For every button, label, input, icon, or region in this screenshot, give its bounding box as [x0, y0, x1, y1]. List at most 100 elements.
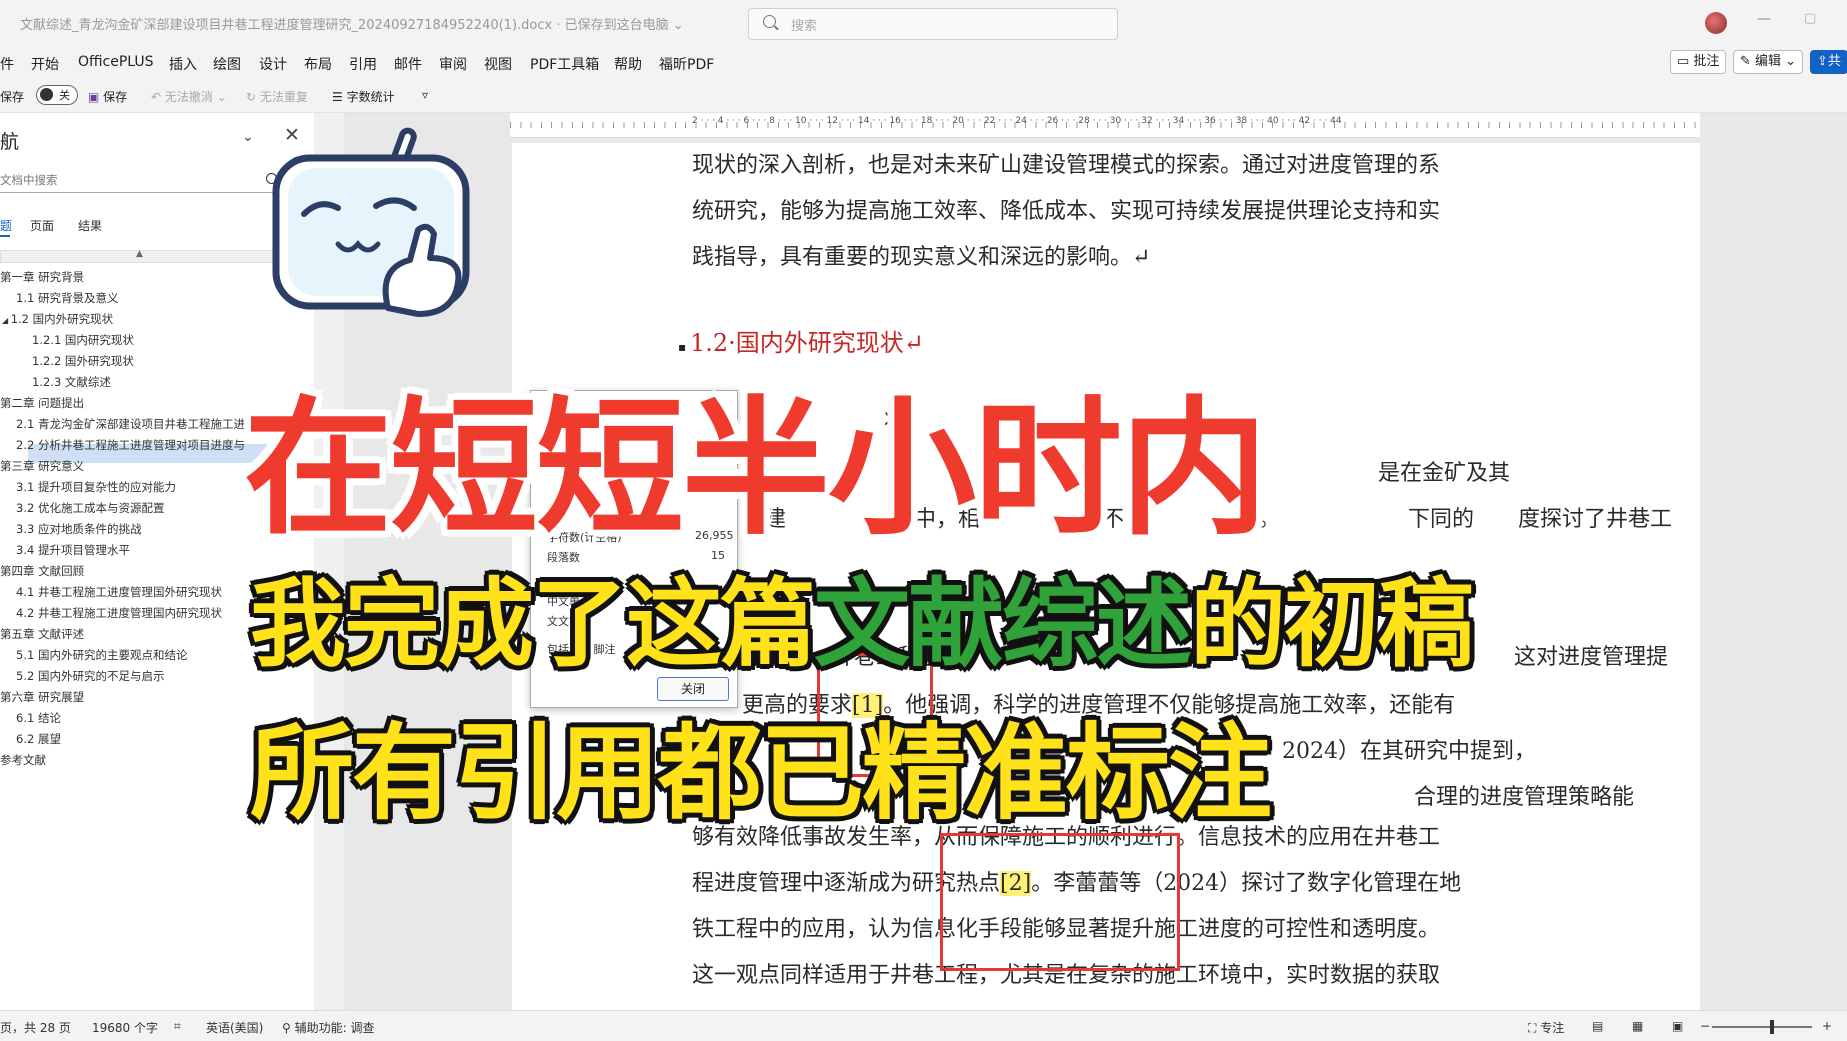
nav-item-3-3[interactable]: 3.3 应对地质条件的挑战 — [16, 519, 141, 539]
tab-officeplus[interactable]: OfficePLUS — [78, 54, 154, 70]
para-line: 现状的深入剖析，也是对未来矿山建设管理模式的探索。通过对进度管理的系 — [692, 153, 1441, 178]
nav-item-ch4[interactable]: 第四章 文献回顾 — [0, 561, 84, 581]
para-fragment: 下同的 — [1408, 507, 1475, 532]
nav-scroll-up[interactable]: ▲ — [0, 249, 284, 263]
collapse-icon[interactable]: ◢ — [2, 316, 11, 325]
status-bar: 页，共 28 页 19680 个字 ⌗ 英语(美国) ⚲ 辅助功能: 调查 ⛶ … — [0, 1010, 1847, 1041]
tab-foxit-pdf[interactable]: 福昕PDF — [659, 54, 714, 74]
tab-references[interactable]: 引用 — [349, 54, 377, 74]
autosave-label: 保存 — [0, 90, 25, 104]
undo-icon: ↶ — [151, 90, 165, 104]
tab-design[interactable]: 设计 — [259, 54, 287, 74]
zoom-out-button[interactable]: − — [1700, 1019, 1710, 1033]
minimize-button[interactable]: — — [1757, 11, 1771, 27]
nav-item-2-2[interactable]: 2.2 分析井巷工程施工进度管理对项目进度与 — [16, 435, 245, 455]
editing-mode-button[interactable]: ✎ 编辑 ⌄ — [1733, 50, 1804, 74]
tab-mailings[interactable]: 邮件 — [394, 54, 422, 74]
para-fragment: 度探讨了井巷工 — [1518, 507, 1673, 532]
nav-item-ch1[interactable]: 第一章 研究背景 — [0, 267, 84, 287]
nav-search-input[interactable]: 文档中搜索 — [0, 172, 58, 188]
nav-item-1-2-1[interactable]: 1.2.1 国内研究现状 — [32, 330, 134, 350]
web-layout-icon[interactable]: ▣ — [1672, 1019, 1683, 1033]
tab-help[interactable]: 帮助 — [614, 54, 642, 74]
nav-item-ch6[interactable]: 第六章 研究展望 — [0, 687, 84, 707]
tab-view[interactable]: 视图 — [484, 54, 512, 74]
autosave-toggle[interactable]: 关 — [36, 85, 78, 105]
nav-item-3-2[interactable]: 3.2 优化施工成本与资源配置 — [16, 498, 164, 518]
nav-item-3-4[interactable]: 3.4 提升项目管理水平 — [16, 540, 130, 560]
horizontal-ruler[interactable]: 2 · · · 4 · · · 6 · · · 8 · · · 10 · · ·… — [510, 113, 1700, 138]
nav-item-1-2[interactable]: ◢ 1.2 国内外研究现状 — [2, 309, 113, 329]
nav-item-4-1[interactable]: 4.1 井巷工程施工进度管理国外研究现状 — [16, 582, 222, 602]
search-box[interactable]: 搜索 — [748, 8, 1118, 40]
page-count[interactable]: 页，共 28 页 — [0, 1019, 71, 1036]
tab-file[interactable]: 件 — [0, 54, 14, 74]
nav-item-1-2-3[interactable]: 1.2.3 文献综述 — [32, 372, 111, 392]
toggle-knob — [40, 88, 53, 101]
nav-item-references[interactable]: 参考文献 — [0, 750, 46, 770]
nav-item-ch5[interactable]: 第五章 文献评述 — [0, 624, 84, 644]
scroll-up-icon: ▲ — [136, 249, 143, 259]
accessibility-status[interactable]: ⚲ 辅助功能: 调查 — [282, 1019, 374, 1036]
tab-headings[interactable]: 题 — [0, 217, 12, 234]
quick-access-toolbar: 保存 关 ▣ 保存 ↶ 无法撤消 ⌄ ↻ 无法重复 ☰ 字数统计 ▿ — [0, 78, 1847, 113]
nav-item-1-2-2[interactable]: 1.2.2 国外研究现状 — [32, 351, 134, 371]
zoom-slider[interactable] — [1712, 1026, 1812, 1028]
chevron-down-icon[interactable]: ⌄ — [242, 129, 254, 145]
redo-icon: ↻ — [246, 90, 260, 104]
nav-item-4-2[interactable]: 4.2 井巷工程施工进度管理国内研究现状 — [16, 603, 222, 623]
zoom-in-button[interactable]: + — [1822, 1019, 1832, 1033]
customize-toolbar-button[interactable]: ▿ — [422, 88, 428, 102]
search-input[interactable]: 搜索 — [791, 15, 817, 34]
tab-pdf-toolbox[interactable]: PDF工具箱 — [530, 54, 599, 74]
mascot-sticker — [272, 127, 470, 317]
save-icon: ▣ — [88, 90, 104, 104]
document-title[interactable]: 文献综述_青龙沟金矿深部建设项目井巷工程进度管理研究_2024092718495… — [20, 14, 684, 33]
para-fragment: 2024）在其研究中提到， — [1282, 739, 1536, 764]
para-fragment: 是在金矿及其 — [1378, 461, 1511, 486]
focus-icon: ⛶ — [1528, 1021, 1541, 1035]
tab-pages[interactable]: 页面 — [30, 217, 54, 234]
tab-review[interactable]: 审阅 — [439, 54, 467, 74]
caption-line-3: 所有引用都已精准标注 — [250, 712, 1272, 834]
search-icon — [763, 15, 776, 28]
zoom-slider-thumb[interactable] — [1770, 1020, 1774, 1034]
word-count-button[interactable]: ☰ 字数统计 — [332, 88, 395, 105]
tab-draw[interactable]: 绘图 — [213, 54, 241, 74]
tab-layout[interactable]: 布局 — [304, 54, 332, 74]
nav-item-6-2[interactable]: 6.2 展望 — [16, 729, 61, 749]
nav-item-1-1[interactable]: 1.1 研究背景及意义 — [16, 288, 118, 308]
nav-item-2-1[interactable]: 2.1 青龙沟金矿深部建设项目井巷工程施工进度 — [16, 414, 256, 434]
nav-item-5-2[interactable]: 5.2 国内外研究的不足与启示 — [16, 666, 164, 686]
redo-button[interactable]: ↻ 无法重复 — [246, 88, 308, 105]
citation-highlight-box — [940, 833, 1180, 971]
active-tab-indicator — [0, 235, 10, 237]
nav-item-ch3[interactable]: 第三章 研究意义 — [0, 456, 84, 476]
accessibility-icon: ⚲ — [282, 1021, 295, 1035]
print-layout-icon[interactable]: ▦ — [1632, 1019, 1643, 1033]
tab-home[interactable]: 开始 — [31, 54, 59, 74]
para-line: 统研究，能够为提高施工效率、降低成本、实现可持续发展提供理论支持和实 — [692, 199, 1441, 224]
save-button[interactable]: ▣ 保存 — [88, 88, 127, 105]
tab-results[interactable]: 结果 — [78, 217, 102, 234]
avatar[interactable] — [1705, 12, 1727, 34]
focus-button[interactable]: ⛶ 专注 — [1528, 1019, 1564, 1036]
word-count[interactable]: 19680 个字 — [92, 1019, 158, 1036]
share-button[interactable]: ⇪共 — [1810, 50, 1847, 74]
language[interactable]: 英语(美国) — [206, 1019, 263, 1036]
nav-search-box[interactable]: 文档中搜索 — [0, 168, 284, 193]
nav-item-ch2[interactable]: 第二章 问题提出 — [0, 393, 84, 413]
tab-insert[interactable]: 插入 — [169, 54, 197, 74]
para-fragment: 这对进度管理提 — [1514, 645, 1669, 670]
maximize-button[interactable]: ▢ — [1804, 11, 1816, 26]
nav-item-3-1[interactable]: 3.1 提升项目复杂性的应对能力 — [16, 477, 176, 497]
autosave-state: 关 — [59, 89, 70, 102]
pencil-icon: ✎ — [1740, 54, 1756, 69]
read-mode-icon[interactable]: ▤ — [1592, 1019, 1603, 1033]
nav-item-5-1[interactable]: 5.1 国内外研究的主要观点和结论 — [16, 645, 187, 665]
undo-button[interactable]: ↶ 无法撤消 ⌄ — [151, 88, 227, 105]
comments-button[interactable]: ▭ 批注 — [1670, 50, 1727, 74]
nav-item-6-1[interactable]: 6.1 结论 — [16, 708, 61, 728]
proofing-icon[interactable]: ⌗ — [174, 1019, 181, 1034]
ruler-labels: 2 · · · 4 · · · 6 · · · 8 · · · 10 · · ·… — [692, 116, 1342, 126]
